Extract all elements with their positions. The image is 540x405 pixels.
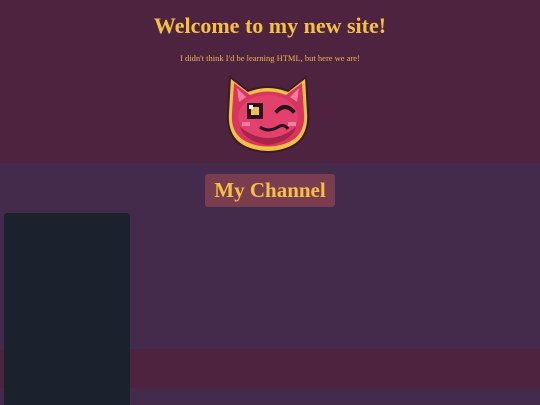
site-header: Welcome to my new site! I didn't think I… (0, 0, 540, 163)
side-panel (4, 213, 130, 405)
pink-cat-winking-icon (226, 75, 310, 153)
page-subtitle: I didn't think I'd be learning HTML, but… (180, 53, 360, 63)
page: Welcome to my new site! I didn't think I… (0, 0, 540, 405)
my-channel-button[interactable]: My Channel (205, 174, 335, 207)
page-title: Welcome to my new site! (153, 13, 387, 38)
